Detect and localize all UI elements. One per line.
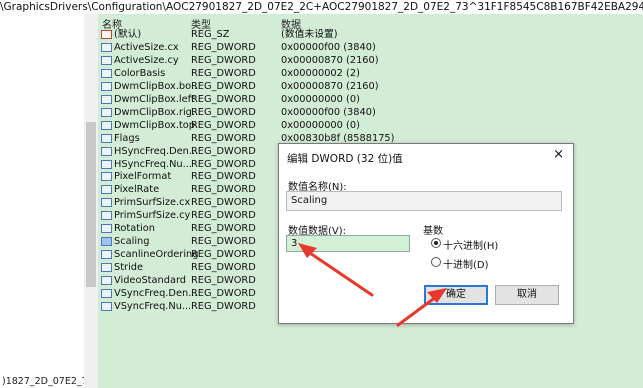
annotation-arrows	[298, 243, 447, 327]
arrow-to-value-data	[298, 243, 374, 297]
arrow-to-ok-button	[396, 288, 447, 327]
